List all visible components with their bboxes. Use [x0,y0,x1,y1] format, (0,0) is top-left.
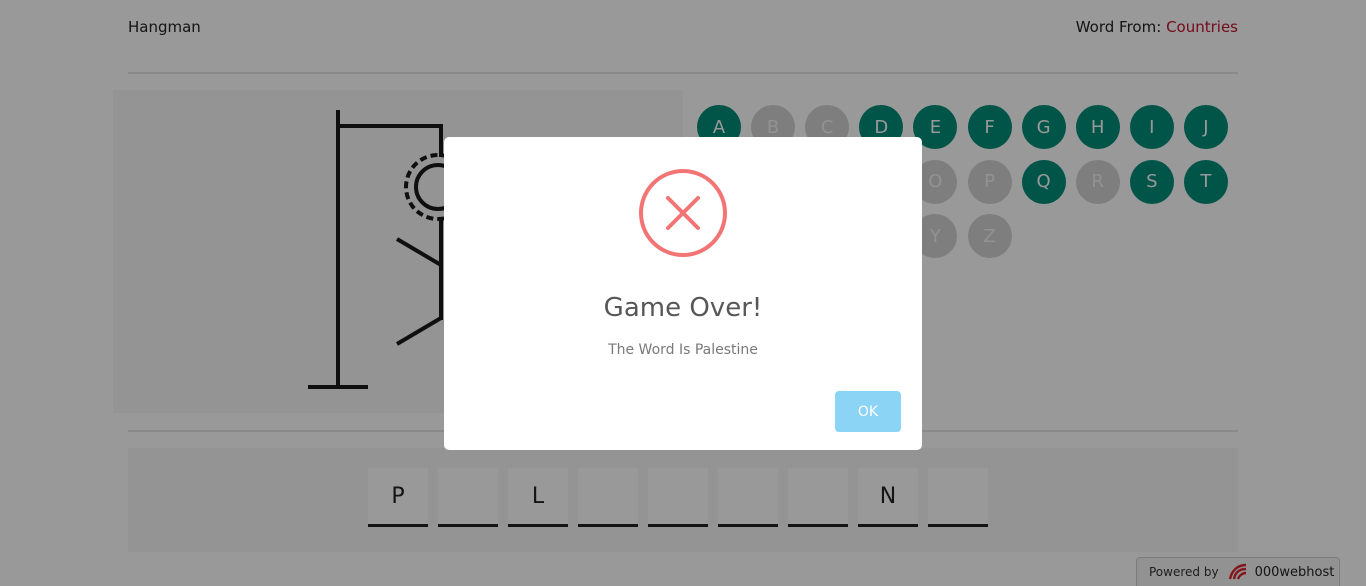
ok-button[interactable]: OK [835,391,901,432]
modal-message: The Word Is Palestine [608,342,758,358]
error-x-circle-icon [639,169,727,257]
modal-title: Game Over! [603,293,763,323]
game-over-dialog: Game Over! The Word Is Palestine OK [444,137,922,450]
